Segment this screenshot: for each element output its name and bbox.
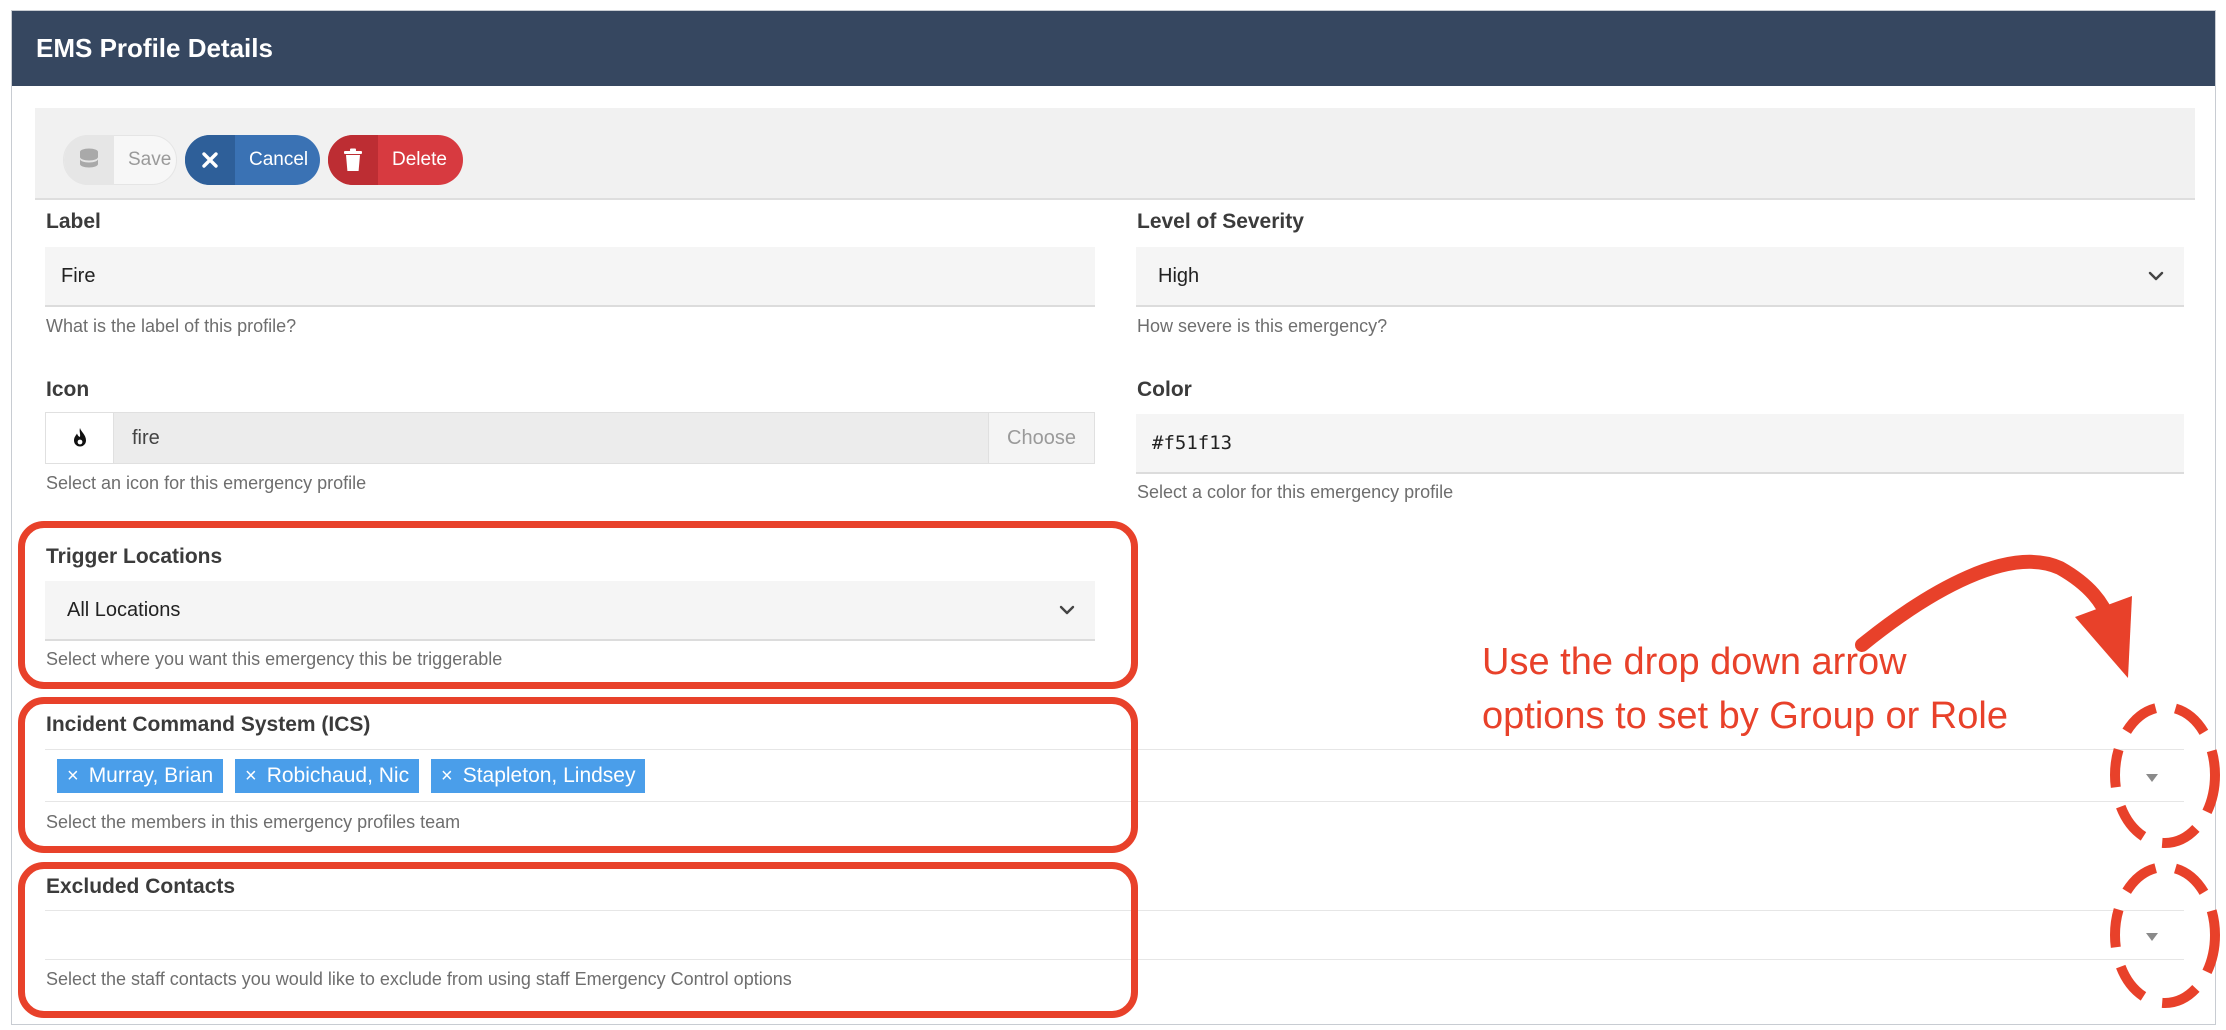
label-help: What is the label of this profile? [46, 316, 297, 336]
close-icon [185, 135, 235, 185]
severity-select[interactable]: High [1136, 247, 2184, 307]
severity-field-title: Level of Severity [1137, 210, 1304, 233]
trash-icon [328, 135, 378, 185]
dropdown-arrow-icon[interactable] [2146, 933, 2158, 941]
severity-help: How severe is this emergency? [1137, 316, 1388, 336]
color-help: Select a color for this emergency profil… [1137, 482, 1454, 502]
panel-title: EMS Profile Details [12, 11, 2215, 86]
delete-button[interactable]: Delete [328, 135, 463, 185]
toolbar: Save Cancel Delete [35, 108, 2195, 200]
save-button[interactable]: Save [63, 135, 177, 185]
severity-select-value: High [1158, 264, 1200, 287]
icon-name-input[interactable]: fire [114, 413, 988, 463]
label-input-value: Fire [61, 264, 96, 287]
annotation-note: Use the drop down arrow options to set b… [1482, 635, 2008, 743]
delete-label: Delete [392, 149, 447, 170]
highlight-excluded-contacts [18, 862, 1138, 1018]
chevron-down-icon [2148, 271, 2164, 281]
cancel-label: Cancel [249, 149, 309, 170]
cancel-button[interactable]: Cancel [185, 135, 320, 185]
annotation-line-1: Use the drop down arrow [1482, 641, 1907, 683]
color-input-value: #f51f13 [1152, 432, 1233, 454]
dropdown-arrow-icon[interactable] [2146, 774, 2158, 782]
icon-preview [46, 413, 114, 463]
icon-field-title: Icon [46, 378, 90, 401]
color-field-title: Color [1137, 378, 1192, 401]
highlight-ics [18, 697, 1138, 853]
label-field-title: Label [46, 210, 101, 233]
label-input[interactable]: Fire [45, 247, 1095, 307]
database-icon [64, 135, 114, 185]
color-input[interactable]: #f51f13 [1136, 414, 2184, 474]
choose-icon-button[interactable]: Choose [988, 413, 1094, 463]
icon-picker: fire Choose [45, 412, 1095, 464]
highlight-trigger-locations [18, 521, 1138, 689]
save-label: Save [128, 149, 172, 170]
fire-icon [73, 428, 86, 447]
annotation-line-2: options to set by Group or Role [1482, 695, 2008, 737]
icon-help: Select an icon for this emergency profil… [46, 473, 367, 493]
